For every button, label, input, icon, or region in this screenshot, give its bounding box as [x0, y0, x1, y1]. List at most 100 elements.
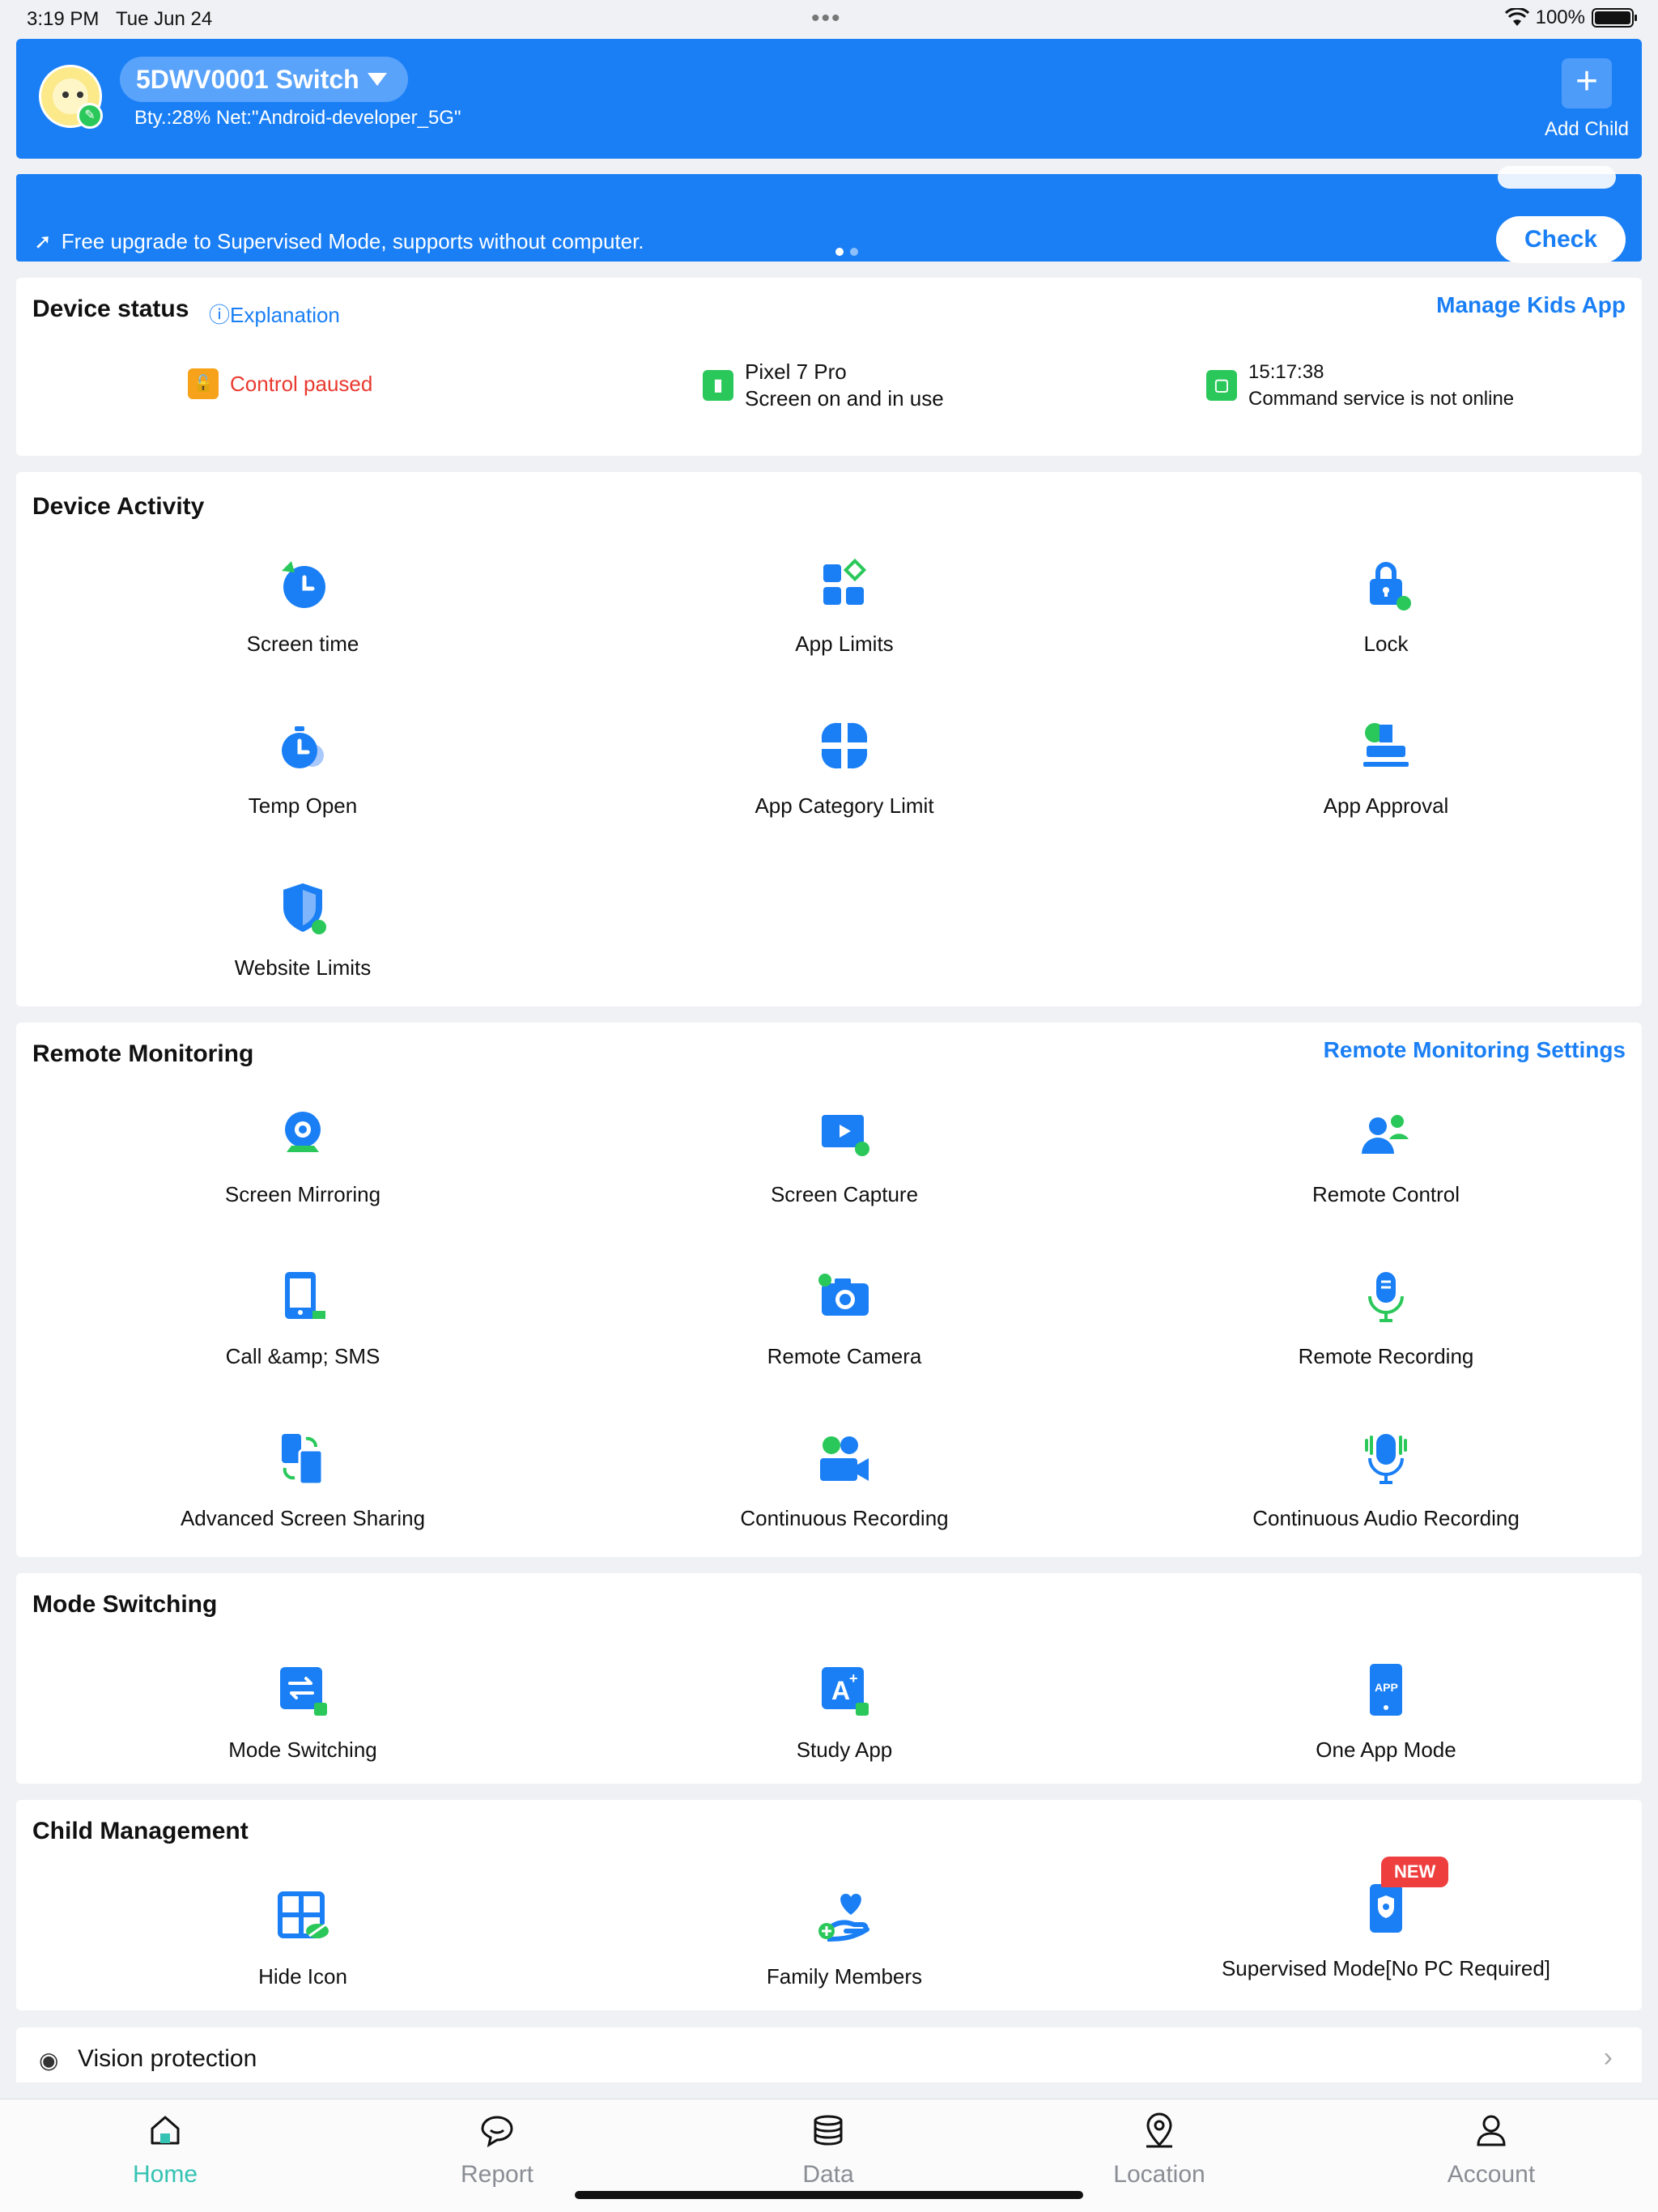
audio-mic-icon: [1365, 1434, 1407, 1484]
device-status-title: Device status: [32, 296, 189, 322]
study-a-plus-icon: A+: [822, 1667, 869, 1716]
stamp-icon: [1363, 723, 1409, 767]
apps-grid-icon: [823, 558, 867, 605]
svg-text:APP: APP: [1375, 1681, 1398, 1694]
tab-report[interactable]: Report: [408, 2111, 586, 2189]
status-date: Tue Jun 24: [116, 8, 213, 30]
add-child-button[interactable]: + Add Child: [1538, 58, 1635, 141]
svg-text:A: A: [831, 1676, 850, 1705]
home-indicator[interactable]: [575, 2191, 1083, 2199]
tab-home[interactable]: Home: [76, 2111, 254, 2189]
clock-icon: [282, 561, 325, 608]
padlock-icon: [1370, 562, 1411, 610]
call-sms-button[interactable]: Call &amp; SMS: [92, 1266, 513, 1369]
status-right: 100%: [1504, 6, 1637, 29]
phone-gear-icon: [1370, 1884, 1402, 1933]
advanced-screen-sharing-button[interactable]: Advanced Screen Sharing: [92, 1427, 513, 1531]
eye-icon: ◉: [39, 2048, 59, 2073]
battery-percent: 100%: [1535, 6, 1585, 28]
users-icon: [1362, 1115, 1409, 1154]
phone-message-icon: [285, 1272, 325, 1319]
screen-time-button[interactable]: Screen time: [92, 553, 513, 657]
switch-arrows-icon: [280, 1667, 327, 1716]
manage-kids-app-link[interactable]: Manage Kids App: [1436, 292, 1626, 318]
device-name: 5DWV0001 Switch: [136, 64, 359, 94]
home-icon: [151, 2116, 180, 2145]
wifi-icon: [1504, 8, 1529, 26]
remote-recording-button[interactable]: Remote Recording: [1175, 1266, 1596, 1369]
tab-account[interactable]: Account: [1402, 2111, 1580, 2189]
microphone-icon: [1368, 1272, 1404, 1322]
control-status-text: Control paused: [230, 371, 373, 396]
check-button[interactable]: Check: [1496, 216, 1626, 263]
child-management-title: Child Management: [32, 1818, 249, 1844]
command-state: Command service is not online: [1248, 388, 1515, 410]
child-avatar[interactable]: ✎: [39, 65, 103, 129]
remote-control-button[interactable]: Remote Control: [1175, 1104, 1596, 1207]
add-child-label: Add Child: [1544, 118, 1630, 140]
webcam-icon: [285, 1112, 321, 1152]
continuous-recording-button[interactable]: Continuous Recording: [634, 1427, 1055, 1531]
map-pin-icon: [1146, 2112, 1172, 2148]
app-limits-button[interactable]: App Limits: [634, 553, 1055, 657]
vision-protection-row[interactable]: ◉ Vision protection ›: [16, 2027, 1642, 2082]
shield-icon: [283, 883, 326, 934]
vision-protection-label: Vision protection: [78, 2045, 257, 2072]
svg-text:+: +: [849, 1670, 858, 1687]
signal-bars-icon: ▮: [703, 370, 733, 401]
screen-mirroring-button[interactable]: Screen Mirroring: [92, 1104, 513, 1207]
person-icon: [1477, 2115, 1506, 2146]
device-selector[interactable]: 5DWV0001 Switch: [120, 57, 408, 102]
child-header: ✎ 5DWV0001 Switch Bty.:28% Net:"Android-…: [16, 39, 1642, 159]
screen-capture-button[interactable]: Screen Capture: [634, 1104, 1055, 1207]
tab-data[interactable]: Data: [739, 2111, 917, 2189]
battery-icon: [1592, 8, 1637, 28]
temp-open-button[interactable]: Temp Open: [92, 715, 513, 819]
child-management-card: Child Management Hide Icon Family Member…: [16, 1800, 1642, 2010]
screen-share-icon: [282, 1434, 324, 1486]
mode-switching-card: Mode Switching Mode Switching A + Study A…: [16, 1573, 1642, 1784]
video-call-icon: [820, 1436, 869, 1481]
device-model: Pixel 7 Pro: [745, 359, 847, 384]
unlock-icon: 🔓: [188, 368, 219, 399]
help-icon: ⓘ: [209, 303, 231, 327]
device-status-card: Device status ⓘExplanation Manage Kids A…: [16, 278, 1642, 456]
screen-status: ▮ Pixel 7 Pro Screen on and in use: [703, 359, 944, 412]
category-icon: [821, 722, 868, 769]
mode-switching-title: Mode Switching: [32, 1591, 218, 1618]
tab-location[interactable]: Location: [1070, 2111, 1248, 2189]
tablet-icon: ▢: [1206, 370, 1237, 401]
multitask-dots-icon[interactable]: •••: [811, 5, 842, 32]
hide-icon-button[interactable]: Hide Icon: [92, 1886, 513, 1989]
supervised-mode-button[interactable]: Supervised Mode[No PC Required]: [1175, 1884, 1596, 1981]
family-members-button[interactable]: Family Members: [634, 1886, 1055, 1989]
chevron-right-icon: ›: [1603, 2042, 1613, 2073]
remote-monitoring-settings-link[interactable]: Remote Monitoring Settings: [1324, 1037, 1626, 1063]
explanation-link[interactable]: ⓘExplanation: [209, 299, 340, 329]
app-approval-button[interactable]: App Approval: [1175, 715, 1596, 819]
continuous-audio-recording-button[interactable]: Continuous Audio Recording: [1175, 1427, 1596, 1531]
device-activity-card: Device Activity Screen time App Limits L…: [16, 472, 1642, 1006]
study-app-button[interactable]: A + Study App: [634, 1659, 1055, 1763]
mode-switching-button[interactable]: Mode Switching: [92, 1659, 513, 1763]
device-activity-title: Device Activity: [32, 493, 205, 520]
camera-icon: [818, 1274, 869, 1316]
status-time-value: 15:17:38: [1248, 361, 1324, 383]
lock-button[interactable]: Lock: [1175, 553, 1596, 657]
hide-grid-icon: [278, 1891, 329, 1938]
app-category-limit-button[interactable]: App Category Limit: [634, 715, 1055, 819]
caret-down-icon: [367, 73, 387, 86]
remote-camera-button[interactable]: Remote Camera: [634, 1266, 1055, 1369]
website-limits-button[interactable]: Website Limits: [92, 877, 513, 981]
play-screen-icon: [822, 1115, 869, 1156]
new-badge: NEW: [1381, 1857, 1449, 1887]
database-icon: [814, 2115, 843, 2146]
edit-badge-icon[interactable]: ✎: [77, 103, 103, 129]
banner-pager: [835, 248, 858, 256]
one-app-mode-button[interactable]: APP One App Mode: [1175, 1659, 1596, 1763]
status-time: 3:19 PM: [27, 8, 100, 30]
stopwatch-icon: [282, 726, 324, 768]
upgrade-banner[interactable]: ➚ Free upgrade to Supervised Mode, suppor…: [16, 166, 1642, 263]
remote-monitoring-title: Remote Monitoring: [32, 1040, 254, 1067]
remote-monitoring-card: Remote Monitoring Remote Monitoring Sett…: [16, 1023, 1642, 1557]
